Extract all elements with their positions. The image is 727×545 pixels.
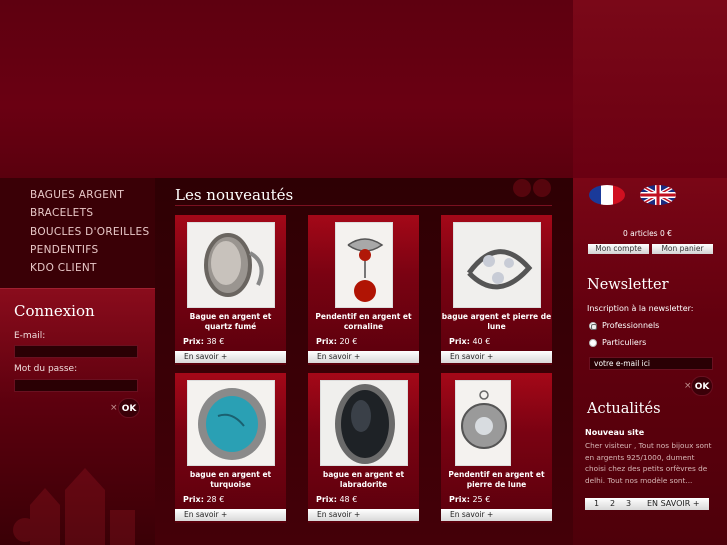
product-price: Prix: 48 € <box>316 495 357 504</box>
password-field[interactable] <box>14 379 138 392</box>
category-nav: BAGUES ARGENT BRACELETS BOUCLES D'OREILL… <box>30 188 149 279</box>
radio-professionnels-label: Professionnels <box>602 321 660 330</box>
product-card[interactable]: Pendentif en argent et pierre de lune Pr… <box>441 373 552 523</box>
more-button[interactable]: En savoir + <box>308 509 419 521</box>
product-price: Prix: 40 € <box>449 337 490 346</box>
password-label: Mot du passe: <box>14 364 78 374</box>
radio-particuliers-label: Particuliers <box>602 338 647 347</box>
header-banner-right <box>573 0 727 178</box>
product-name[interactable]: bague en argent et labradorite <box>308 470 419 490</box>
price-label: Prix: <box>449 495 470 504</box>
more-button[interactable]: En savoir + <box>175 509 286 521</box>
product-name[interactable]: bague en argent et turquoise <box>175 470 286 490</box>
more-button[interactable]: En savoir + <box>441 351 552 363</box>
price-value: 25 € <box>472 495 491 504</box>
news-headline[interactable]: Nouveau site <box>585 428 644 437</box>
email-field[interactable] <box>14 345 138 358</box>
price-value: 38 € <box>206 337 225 346</box>
price-label: Prix: <box>316 495 337 504</box>
uk-flag-icon[interactable] <box>640 185 676 205</box>
news-title: Actualités <box>587 401 661 417</box>
product-name[interactable]: Pendentif en argent et cornaline <box>308 312 419 332</box>
page-link-3[interactable]: 3 <box>626 498 631 510</box>
more-button[interactable]: En savoir + <box>175 351 286 363</box>
account-button[interactable]: Mon compte <box>588 244 649 254</box>
news-more-link[interactable]: EN SAVOIR + <box>647 498 700 510</box>
product-price: Prix: 25 € <box>449 495 490 504</box>
product-image[interactable] <box>455 380 511 466</box>
nav-item-boucles[interactable]: BOUCLES D'OREILLES <box>30 225 149 243</box>
decor-circles <box>513 179 551 197</box>
product-name[interactable]: bague argent et pierre de lune <box>441 312 552 332</box>
product-card[interactable]: bague en argent et labradorite Prix: 48 … <box>308 373 419 523</box>
news-body: Cher visiteur , Tout nos bijoux sont en … <box>585 441 712 485</box>
page-link-1[interactable]: 1 <box>594 498 599 510</box>
price-label: Prix: <box>183 495 204 504</box>
login-title: Connexion <box>14 302 95 320</box>
product-card[interactable]: bague argent et pierre de lune Prix: 40 … <box>441 215 552 365</box>
castle-watermark <box>13 468 135 545</box>
product-name[interactable]: Pendentif en argent et pierre de lune <box>441 470 552 490</box>
price-label: Prix: <box>316 337 337 346</box>
product-name[interactable]: Bague en argent et quartz fumé <box>175 312 286 332</box>
price-value: 40 € <box>472 337 491 346</box>
product-card[interactable]: bague en argent et turquoise Prix: 28 € … <box>175 373 286 523</box>
product-price: Prix: 20 € <box>316 337 357 346</box>
more-button[interactable]: En savoir + <box>308 351 419 363</box>
product-image[interactable] <box>335 222 393 308</box>
nav-item-pendentifs[interactable]: PENDENTIFS <box>30 243 149 261</box>
product-price: Prix: 28 € <box>183 495 224 504</box>
product-image[interactable] <box>453 222 541 308</box>
product-image[interactable] <box>187 222 275 308</box>
product-image[interactable] <box>187 380 275 466</box>
newsletter-prompt: Inscription à la newsletter: <box>587 304 694 313</box>
product-card[interactable]: Bague en argent et quartz fumé Prix: 38 … <box>175 215 286 365</box>
french-flag-icon[interactable] <box>589 185 625 205</box>
cart-summary: 0 articles 0 € <box>623 229 672 238</box>
product-image[interactable] <box>320 380 408 466</box>
ok-bullet-icon: × <box>110 403 118 413</box>
newsletter-email-input[interactable]: votre e-mail ici <box>589 357 713 370</box>
nav-item-bracelets[interactable]: BRACELETS <box>30 206 149 224</box>
price-label: Prix: <box>449 337 470 346</box>
product-card[interactable]: Pendentif en argent et cornaline Prix: 2… <box>308 215 419 365</box>
newsletter-title: Newsletter <box>587 277 669 293</box>
login-ok-button[interactable]: OK <box>118 398 140 418</box>
basket-button[interactable]: Mon panier <box>652 244 713 254</box>
nav-item-kdo-client[interactable]: KDO CLIENT <box>30 261 149 279</box>
price-value: 20 € <box>339 337 358 346</box>
title-divider <box>175 205 552 206</box>
price-value: 48 € <box>339 495 358 504</box>
newsletter-ok-button[interactable]: OK <box>691 376 713 396</box>
product-price: Prix: 38 € <box>183 337 224 346</box>
more-button[interactable]: En savoir + <box>441 509 552 521</box>
radio-professionnels[interactable] <box>589 322 597 330</box>
price-value: 28 € <box>206 495 225 504</box>
page-title: Les nouveautés <box>175 186 294 204</box>
news-pager: 1 2 3 EN SAVOIR + <box>585 498 709 510</box>
price-label: Prix: <box>183 337 204 346</box>
email-label: E-mail: <box>14 331 46 341</box>
radio-particuliers[interactable] <box>589 339 597 347</box>
page-link-2[interactable]: 2 <box>610 498 615 510</box>
nav-item-bagues[interactable]: BAGUES ARGENT <box>30 188 149 206</box>
